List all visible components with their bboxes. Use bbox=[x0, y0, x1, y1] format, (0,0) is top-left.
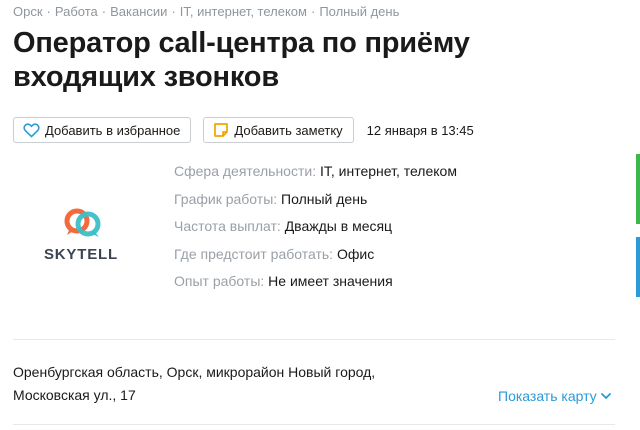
publish-date: 12 января в 13:45 bbox=[366, 122, 474, 138]
divider bbox=[13, 339, 615, 340]
side-panel-edge-blue bbox=[636, 237, 640, 297]
breadcrumb-separator: · bbox=[171, 4, 176, 19]
add-note-button[interactable]: Добавить заметку bbox=[203, 117, 354, 143]
breadcrumb-separator: · bbox=[46, 4, 51, 19]
breadcrumb: Орск · Работа · Вакансии · IT, интернет, телек… bbox=[13, 4, 399, 19]
address-line: Оренбургская область, Орск, микрорайон Н… bbox=[13, 364, 376, 380]
speech-bubbles-icon bbox=[64, 208, 104, 247]
breadcrumb-separator: · bbox=[101, 4, 107, 19]
breadcrumb-item-vacancies[interactable]: Вакансии bbox=[110, 4, 167, 19]
property-sphere: Сфера деятельности: IT, интернет, телеко… bbox=[174, 162, 457, 190]
property-value: Полный день bbox=[281, 190, 368, 207]
property-value: IT, интернет, телеком bbox=[319, 163, 457, 179]
vacancy-properties: Сфера деятельности: IT, интернет, телеко… bbox=[174, 162, 457, 300]
property-label: Где предстоит работать: bbox=[174, 245, 334, 262]
breadcrumb-item-city[interactable]: Орск bbox=[13, 4, 43, 19]
breadcrumb-item-schedule[interactable]: Полный день bbox=[319, 4, 399, 19]
property-workplace: Где предстоит работать: Офис bbox=[174, 245, 457, 273]
property-label: Частота выплат: bbox=[174, 218, 281, 234]
breadcrumb-item-work[interactable]: Работа bbox=[55, 4, 98, 19]
actions-bar: Добавить в избранное Добавить заметку 12… bbox=[13, 117, 474, 143]
property-schedule: График работы: Полный день bbox=[174, 190, 457, 218]
add-to-favorites-label: Добавить в избранное bbox=[45, 122, 181, 138]
address: Оренбургская область, Орск, микрорайон Н… bbox=[13, 361, 375, 407]
add-to-favorites-button[interactable]: Добавить в избранное bbox=[13, 117, 192, 143]
heart-icon bbox=[23, 122, 40, 138]
property-label: Сфера деятельности: bbox=[174, 163, 317, 179]
property-value: Офис bbox=[336, 245, 375, 262]
note-icon bbox=[213, 122, 229, 138]
property-value: Дважды в месяц bbox=[284, 218, 393, 234]
side-panel-edge-green bbox=[636, 154, 640, 224]
company-logo-text: SKYTELL bbox=[44, 246, 118, 263]
property-label: Опыт работы: bbox=[174, 273, 265, 289]
show-map-label: Показать карту bbox=[498, 388, 597, 404]
divider bbox=[13, 424, 615, 425]
show-map-link[interactable]: Показать карту bbox=[498, 388, 611, 404]
breadcrumb-separator: · bbox=[310, 4, 316, 19]
add-note-label: Добавить заметку bbox=[234, 122, 343, 138]
property-label: График работы: bbox=[174, 190, 278, 207]
page-title: Оператор call-центра по приёму входящих … bbox=[13, 27, 470, 93]
chevron-down-icon bbox=[600, 392, 611, 400]
breadcrumb-item-category[interactable]: IT, интернет, телеком bbox=[180, 4, 307, 19]
property-experience: Опыт работы: Не имеет значения bbox=[174, 272, 457, 300]
property-value: Не имеет значения bbox=[268, 273, 393, 289]
property-payment-frequency: Частота выплат: Дважды в месяц bbox=[174, 217, 457, 245]
address-line: Московская ул., 17 bbox=[13, 387, 136, 403]
